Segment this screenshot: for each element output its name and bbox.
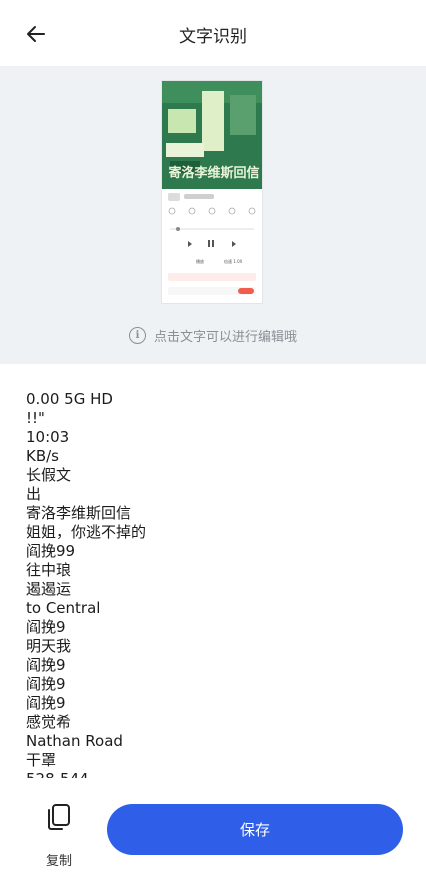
text-line[interactable]: 姐姐，你逃不掉的	[26, 523, 406, 542]
screenshot-thumbnail[interactable]: 寄洛李维斯回信 播放 倍速 1.0X	[162, 81, 262, 303]
thumbnail-image: 寄洛李维斯回信 播放 倍速 1.0X	[162, 81, 262, 303]
text-line[interactable]: 阎挽9	[26, 694, 406, 713]
text-line[interactable]: to Central	[26, 599, 406, 618]
text-line[interactable]: 往中琅	[26, 561, 406, 580]
text-line[interactable]: 明天我	[26, 637, 406, 656]
info-icon: i	[128, 327, 146, 344]
top-bar: 文字识别	[0, 0, 426, 66]
text-line[interactable]: KB/s	[26, 447, 406, 466]
text-line[interactable]: 感觉希	[26, 713, 406, 732]
text-line[interactable]: 阎挽9	[26, 618, 406, 637]
copy-label: 复制	[45, 854, 72, 869]
text-line[interactable]: 干罩	[26, 751, 406, 770]
text-line[interactable]: 0.00 5G HD	[26, 390, 406, 409]
svg-text:倍速 1.0X: 倍速 1.0X	[224, 258, 243, 264]
text-line[interactable]: Nathan Road	[26, 732, 406, 751]
copy-icon	[48, 804, 70, 830]
recognized-text[interactable]: 0.00 5G HD !!" 10:03 KB/s 长假文出寄洛李维斯回信 姐姐，你逃不掉…	[26, 390, 406, 778]
image-preview-area: 寄洛李维斯回信 播放 倍速 1.0X i 点击文字可以进行编辑哦	[0, 66, 426, 364]
page-title: 文字识别	[179, 27, 247, 47]
copy-button[interactable]: 复制	[30, 802, 88, 869]
edit-hint: i 点击文字可以进行编辑哦	[0, 326, 426, 345]
text-line[interactable]: 阎挽9	[26, 675, 406, 694]
text-line[interactable]: 阎挽99	[26, 542, 406, 561]
text-line[interactable]: 阎挽9	[26, 656, 406, 675]
save-button[interactable]: 保存	[107, 804, 403, 855]
text-line[interactable]: 出	[26, 485, 406, 504]
text-line[interactable]: 寄洛李维斯回信	[26, 504, 406, 523]
hint-text: 点击文字可以进行编辑哦	[153, 330, 297, 345]
text-line[interactable]: 长假文	[26, 466, 406, 485]
text-line[interactable]: 遏遏运	[26, 580, 406, 599]
bottom-action-bar: 复制 保存	[0, 790, 426, 879]
svg-text:寄洛李维斯回信: 寄洛李维斯回信	[168, 165, 259, 181]
recognized-text-area[interactable]: 0.00 5G HD !!" 10:03 KB/s 长假文出寄洛李维斯回信 姐姐，你逃不掉…	[0, 364, 426, 778]
text-line[interactable]: !!"	[26, 409, 406, 428]
text-line[interactable]: 10:03	[26, 428, 406, 447]
text-line[interactable]: 528-544	[26, 770, 406, 778]
svg-text:播放: 播放	[196, 258, 204, 264]
